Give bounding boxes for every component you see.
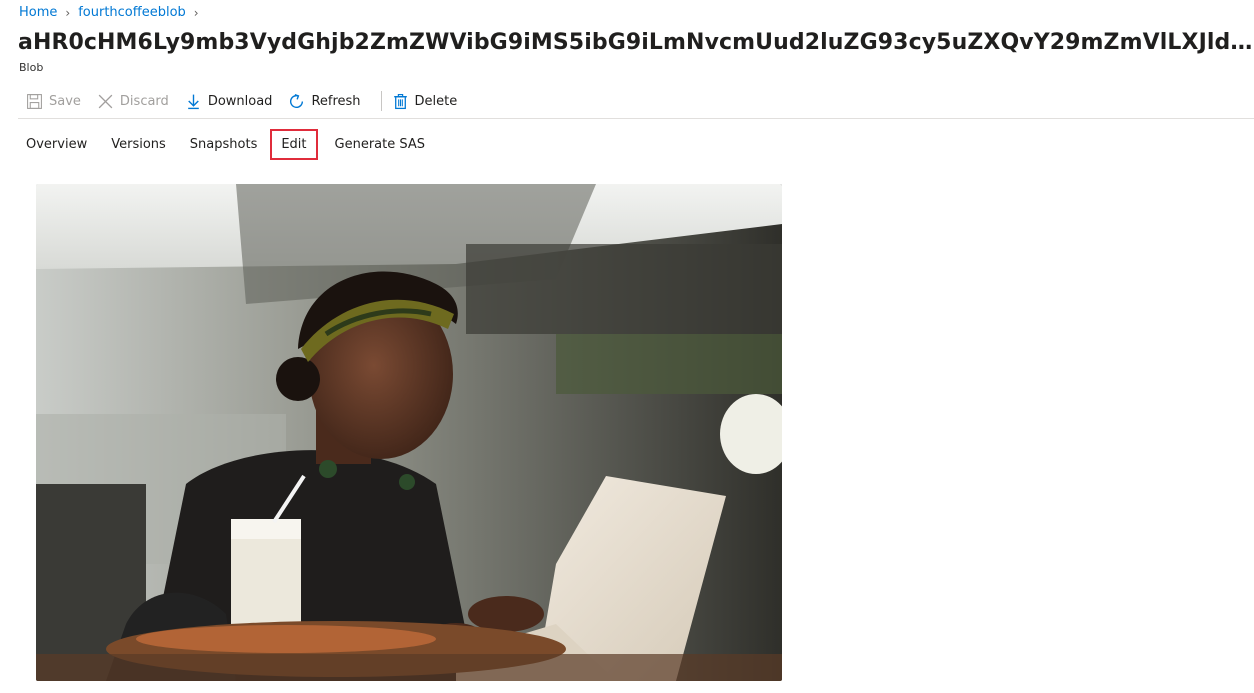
tab-generate-sas[interactable]: Generate SAS bbox=[327, 130, 434, 159]
page-subtitle: Blob bbox=[19, 61, 44, 74]
refresh-button[interactable]: Refresh bbox=[286, 88, 366, 114]
tab-list: Overview Versions Snapshots Edit Generat… bbox=[18, 129, 441, 160]
discard-label: Discard bbox=[119, 93, 169, 109]
save-icon bbox=[26, 93, 43, 110]
delete-label: Delete bbox=[414, 93, 458, 109]
breadcrumb: Home › fourthcoffeeblob › bbox=[19, 5, 201, 20]
download-button[interactable]: Download bbox=[183, 88, 279, 114]
page-title: aHR0cHM6Ly9mb3VydGhjb2ZmZWVibG9iMS5ibG9i… bbox=[18, 30, 1254, 55]
delete-icon bbox=[392, 93, 409, 110]
refresh-icon bbox=[288, 93, 305, 110]
chevron-right-icon: › bbox=[65, 5, 71, 20]
download-label: Download bbox=[207, 93, 273, 109]
tab-overview[interactable]: Overview bbox=[18, 130, 95, 159]
discard-button[interactable]: Discard bbox=[95, 88, 175, 114]
discard-icon bbox=[97, 93, 114, 110]
tab-snapshots[interactable]: Snapshots bbox=[182, 130, 266, 159]
save-button[interactable]: Save bbox=[24, 88, 87, 114]
blob-detail-page: Home › fourthcoffeeblob › aHR0cHM6Ly9mb3… bbox=[0, 0, 1254, 693]
tab-versions[interactable]: Versions bbox=[103, 130, 174, 159]
delete-button[interactable]: Delete bbox=[390, 88, 464, 114]
chevron-right-icon: › bbox=[193, 5, 199, 20]
breadcrumb-container-link[interactable]: fourthcoffeeblob bbox=[78, 5, 186, 20]
toolbar-separator bbox=[18, 118, 1254, 119]
save-label: Save bbox=[49, 93, 81, 109]
refresh-label: Refresh bbox=[311, 93, 361, 109]
toolbar-divider bbox=[380, 91, 382, 111]
download-icon bbox=[185, 93, 202, 110]
blob-image-preview bbox=[36, 184, 782, 681]
breadcrumb-home-link[interactable]: Home bbox=[19, 5, 57, 20]
tab-edit[interactable]: Edit bbox=[270, 129, 318, 160]
command-bar: Save Discard Download Refresh Delete bbox=[24, 88, 471, 114]
